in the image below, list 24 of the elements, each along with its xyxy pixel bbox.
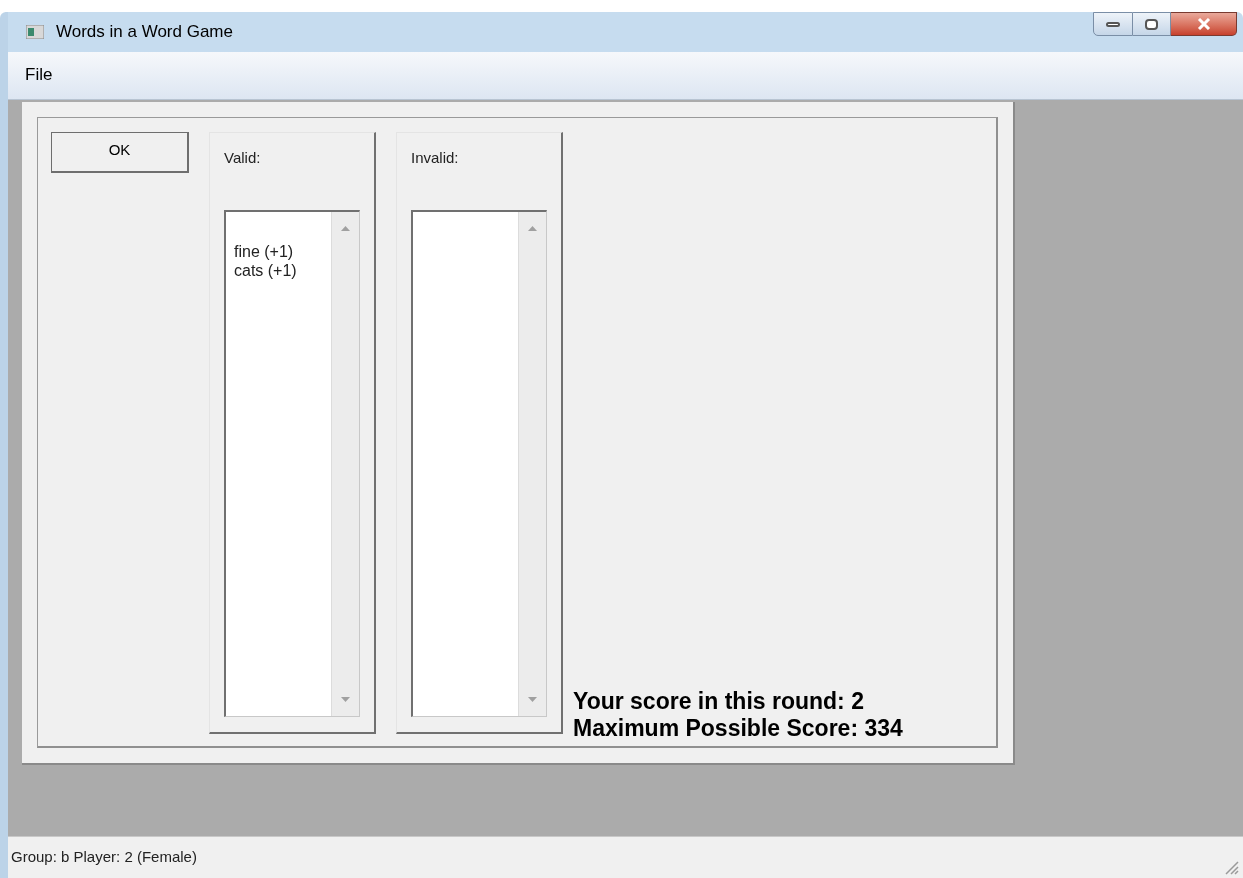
window-title: Words in a Word Game	[56, 21, 233, 44]
score-text: Maximum Possible Score: 334	[573, 715, 903, 742]
list-box[interactable]: fine (+1) cats (+1)	[224, 209, 360, 717]
scroll-down-icon[interactable]	[528, 696, 537, 702]
list-item[interactable]: fine (+1)	[234, 241, 331, 261]
scrollbar[interactable]	[331, 211, 359, 716]
scroll-up-icon[interactable]	[341, 225, 350, 231]
resize-grip-icon[interactable]	[1223, 859, 1239, 875]
list-item[interactable]: cats (+1)	[234, 260, 331, 280]
score-text: Your score in this round: 2	[573, 688, 865, 715]
minimize-button[interactable]	[1093, 12, 1133, 36]
status-text: Group: b Player: 2 (Female)	[11, 847, 197, 868]
scrollbar[interactable]	[518, 211, 546, 716]
list-box[interactable]	[411, 209, 547, 717]
list-label: Invalid:	[411, 148, 460, 168]
maximize-button[interactable]	[1133, 12, 1171, 36]
ok-button[interactable]: OK	[51, 132, 189, 173]
list-label: Valid:	[224, 148, 262, 168]
menu-item[interactable]: File	[24, 62, 54, 88]
scroll-down-icon[interactable]	[341, 696, 350, 702]
scroll-up-icon[interactable]	[528, 225, 537, 231]
close-button[interactable]	[1171, 12, 1237, 36]
app-icon	[26, 25, 44, 39]
close-icon	[1196, 18, 1211, 30]
